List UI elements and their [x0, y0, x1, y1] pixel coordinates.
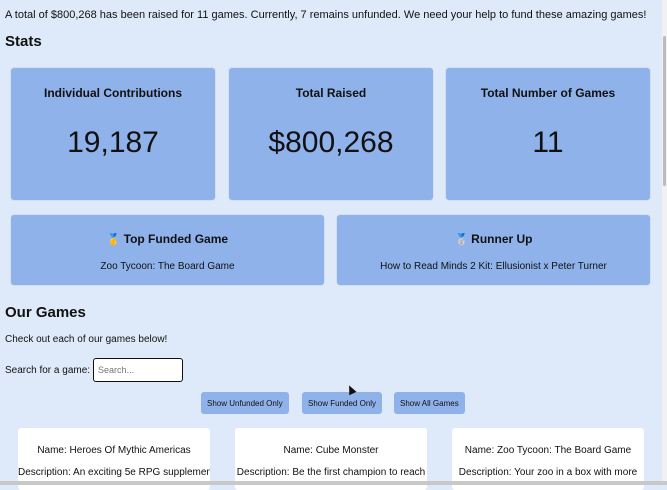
top-funded-game: Zoo Tycoon: The Board Game: [100, 261, 235, 272]
game-name: Name: Zoo Tycoon: The Board Game: [464, 445, 632, 456]
top-funded-label: Top Funded Game: [123, 232, 229, 246]
game-name: Name: Cube Monster: [283, 445, 379, 456]
scrollbar-thumb[interactable]: [663, 36, 666, 186]
runner-up-card: 🥈 Runner Up How to Read Minds 2 Kit: Ellu…: [337, 215, 650, 285]
contributions-card: Individual Contributions 19,187: [11, 68, 215, 200]
bottom-edge: [0, 481, 667, 485]
num-games-value: 11: [532, 126, 564, 159]
show-funded-button[interactable]: Show Funded Only: [302, 392, 383, 414]
game-description: Description: Be the first champion to re…: [236, 467, 426, 478]
num-games-card: Total Number of Games 11: [446, 68, 650, 200]
silver-medal-icon: 🥈: [454, 234, 469, 246]
total-raised-label: Total Raised: [295, 86, 367, 100]
top-funded-card: 🥇 Top Funded Game Zoo Tycoon: The Board G…: [11, 215, 324, 285]
num-games-label: Total Number of Games: [480, 86, 616, 100]
show-unfunded-button[interactable]: Show Unfunded Only: [201, 392, 289, 414]
show-all-button[interactable]: Show All Games: [394, 392, 465, 414]
search-input[interactable]: [93, 358, 184, 382]
stats-heading: Stats: [5, 33, 42, 50]
game-description: Description: An exciting 5e RPG suppleme…: [18, 467, 210, 478]
total-raised-value: $800,268: [268, 126, 394, 159]
search-row: Search for a game:: [5, 358, 184, 382]
game-description: Description: Your zoo in a box with more: [458, 467, 638, 478]
runner-up-label: Runner Up: [471, 232, 533, 246]
contributions-label: Individual Contributions: [44, 86, 182, 100]
vertical-scrollbar[interactable]: [662, 0, 667, 485]
intro-text: A total of $800,268 has been raised for …: [5, 9, 647, 21]
gold-medal-icon: 🥇: [106, 234, 121, 246]
games-subtitle: Check out each of our games below!: [5, 334, 168, 345]
games-heading: Our Games: [5, 304, 86, 321]
runner-up-game: How to Read Minds 2 Kit: Ellusionist x P…: [380, 261, 607, 272]
game-name: Name: Heroes Of Mythic Americas: [37, 445, 191, 456]
contributions-value: 19,187: [67, 126, 159, 159]
search-label: Search for a game:: [5, 364, 91, 376]
total-raised-card: Total Raised $800,268: [229, 68, 433, 200]
page: A total of $800,268 has been raised for …: [0, 0, 662, 490]
